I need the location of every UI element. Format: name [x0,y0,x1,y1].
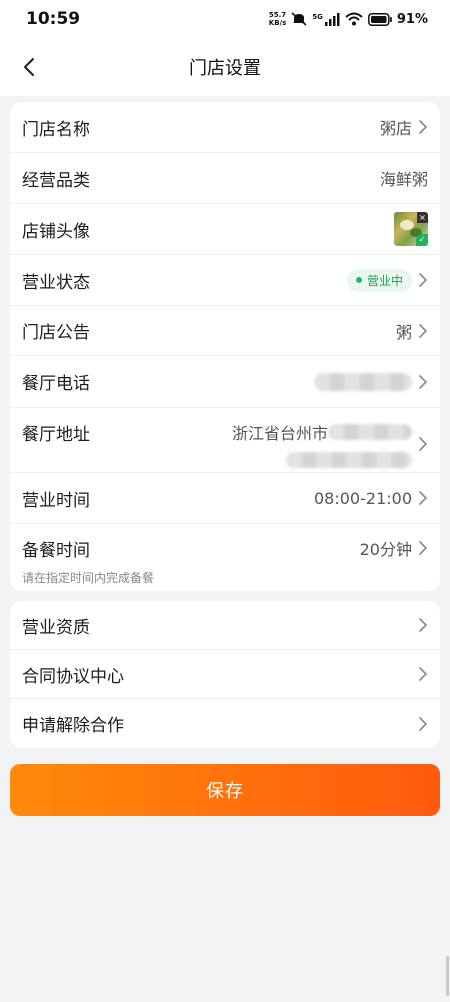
net-speed: 55.7 KB/s [268,11,287,27]
row-address[interactable]: 餐厅地址 浙江省台州市 [10,408,440,473]
contract-center-label: 合同协议中心 [22,666,124,687]
status-icons: 55.7 KB/s 5G 91% [269,11,428,27]
network-type-label: 5G [312,13,323,21]
mute-icon [291,12,307,26]
chevron-right-icon [419,120,428,134]
address-label: 餐厅地址 [22,425,90,445]
store-avatar-image[interactable]: × ✓ [394,212,428,246]
chevron-right-icon [419,491,428,505]
prep-time-label: 备餐时间 [22,541,90,561]
store-info-card: 门店名称 粥店 经营品类 海鲜粥 店铺头像 × ✓ 营业状态 营业中 门店公告 … [10,102,440,591]
back-chevron-icon [24,58,34,76]
wifi-icon [345,12,363,26]
status-bar: 10:59 55.7 KB/s 5G 91% [0,0,450,38]
row-prep-time[interactable]: 备餐时间 请在指定时间内完成备餐 20分钟 [10,524,440,591]
row-store-name[interactable]: 门店名称 粥店 [10,102,440,153]
back-button[interactable] [14,52,44,82]
phone-label: 餐厅电话 [22,374,90,394]
chevron-right-icon [419,323,428,338]
row-phone[interactable]: 餐厅电话 [10,356,440,408]
status-time: 10:59 [26,9,81,29]
address-value: 浙江省台州市 [231,424,328,443]
store-notice-label: 门店公告 [22,323,90,343]
category-value: 海鲜粥 [379,170,428,189]
chevron-right-icon [419,667,428,681]
store-name-value: 粥店 [379,119,412,138]
page-title: 门店设置 [189,58,261,79]
category-label: 经营品类 [22,170,90,191]
prep-time-hint: 请在指定时间内完成备餐 [22,571,155,585]
chevron-right-icon [419,273,428,287]
row-terminate-cooperation[interactable]: 申请解除合作 [10,699,440,748]
row-store-avatar[interactable]: 店铺头像 × ✓ [10,204,440,255]
signal-icon [324,12,340,26]
terminate-cooperation-label: 申请解除合作 [22,716,124,736]
row-business-state[interactable]: 营业状态 营业中 [10,255,440,306]
address-redacted-1 [328,424,412,440]
status-dot-icon [355,277,362,283]
row-contract-center[interactable]: 合同协议中心 [10,650,440,699]
business-hours-label: 营业时间 [22,490,90,511]
store-avatar-label: 店铺头像 [22,221,90,242]
prep-time-value: 20分钟 [359,540,412,559]
chevron-right-icon [419,618,428,632]
save-button[interactable]: 保存 [10,764,440,816]
chevron-right-icon [419,374,428,389]
chevron-right-icon [419,437,428,451]
battery-icon [367,12,392,26]
address-redacted-2 [286,452,412,468]
store-notice-value: 粥 [395,322,412,342]
battery-percent: 91% [396,11,428,27]
close-icon[interactable]: × [417,212,428,223]
store-name-label: 门店名称 [22,119,90,140]
row-business-license[interactable]: 营业资质 [10,601,440,650]
business-hours-value: 08:00-21:00 [314,488,412,508]
chevron-right-icon [419,541,428,555]
chevron-right-icon [419,716,428,731]
links-card: 营业资质 合同协议中心 申请解除合作 [10,601,440,748]
scrollbar [446,956,449,996]
nav-bar: 门店设置 [0,38,450,96]
business-license-label: 营业资质 [22,617,90,638]
row-store-notice[interactable]: 门店公告 粥 [10,306,440,356]
phone-value-redacted [314,372,412,391]
row-business-hours[interactable]: 营业时间 08:00-21:00 [10,473,440,524]
check-icon: ✓ [416,234,428,246]
status-badge: 营业中 [346,268,412,292]
business-state-label: 营业状态 [22,272,90,293]
row-category: 经营品类 海鲜粥 [10,153,440,204]
